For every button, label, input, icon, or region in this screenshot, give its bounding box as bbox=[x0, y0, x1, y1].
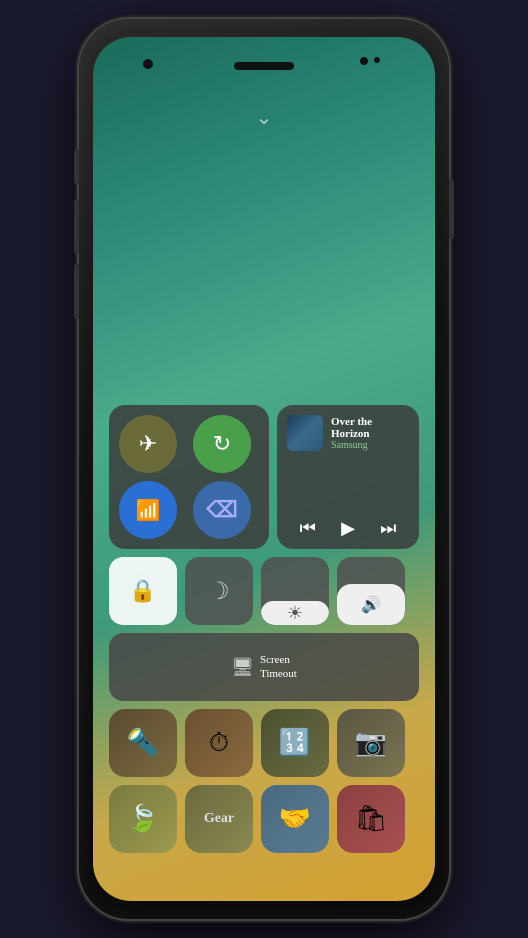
phone-frame: ⌄ 📶 ⌫ bbox=[79, 19, 449, 919]
screen-timeout-button[interactable]: Screen Timeout bbox=[109, 633, 419, 701]
lock-icon bbox=[129, 578, 156, 604]
volume-icon: 🔊 bbox=[361, 595, 381, 615]
row-screen-timeout: Screen Timeout bbox=[109, 633, 419, 701]
play-button[interactable] bbox=[341, 518, 355, 539]
brightness-fill: ☀ bbox=[261, 601, 329, 625]
power-button[interactable] bbox=[449, 179, 454, 239]
brightness-icon: ☀ bbox=[287, 603, 303, 624]
screen-timeout-label: Screen Timeout bbox=[260, 653, 297, 682]
timer-icon: ⏱ bbox=[209, 728, 229, 759]
rotation-icon bbox=[213, 431, 231, 457]
phone-screen: ⌄ 📶 ⌫ bbox=[93, 37, 435, 901]
connect-icon: 🤝 bbox=[279, 804, 311, 834]
connectivity-block: 📶 ⌫ bbox=[109, 405, 269, 549]
media-header: Over the Horizon Samsung bbox=[287, 415, 409, 451]
auto-rotate-button[interactable] bbox=[193, 415, 251, 473]
leaf-icon: 🍃 bbox=[127, 804, 159, 834]
wifi-icon: 📶 bbox=[136, 498, 161, 523]
media-info: Over the Horizon Samsung bbox=[331, 416, 409, 451]
bluetooth-button[interactable]: ⌫ bbox=[193, 481, 251, 539]
airplane-mode-button[interactable] bbox=[119, 415, 177, 473]
timer-app-button[interactable]: ⏱ bbox=[185, 709, 253, 777]
media-controls bbox=[287, 518, 409, 539]
airplane-icon bbox=[139, 431, 157, 457]
power-saving-button[interactable]: 🍃 bbox=[109, 785, 177, 853]
phone-top-bar bbox=[93, 37, 435, 97]
screen-lock-button[interactable] bbox=[109, 557, 177, 625]
quick-connect-button[interactable]: 🤝 bbox=[261, 785, 329, 853]
previous-button[interactable] bbox=[300, 518, 316, 539]
screen-icon bbox=[231, 657, 254, 678]
store-icon: 🛍 bbox=[354, 804, 387, 834]
sensor-2 bbox=[374, 57, 380, 63]
volume-down-button[interactable] bbox=[74, 264, 79, 319]
volume-slider[interactable]: 🔊 bbox=[337, 557, 405, 625]
torch-icon: 🔦 bbox=[127, 728, 159, 758]
media-artist: Samsung bbox=[331, 440, 409, 451]
calculator-app-button[interactable]: 🔢 bbox=[261, 709, 329, 777]
moon-icon bbox=[208, 577, 230, 606]
row-utilities: ☀ 🔊 bbox=[109, 557, 419, 625]
galaxy-store-button[interactable]: 🛍 bbox=[337, 785, 405, 853]
volume-up-button[interactable] bbox=[74, 199, 79, 254]
gear-app-button[interactable]: Gear bbox=[185, 785, 253, 853]
brightness-slider[interactable]: ☀ bbox=[261, 557, 329, 625]
pull-down-indicator[interactable]: ⌄ bbox=[256, 105, 273, 130]
front-camera bbox=[143, 59, 153, 69]
row-connectivity-media: 📶 ⌫ Over the Horizon Samsung bbox=[109, 405, 419, 549]
sensor-1 bbox=[360, 57, 368, 65]
bixby-button[interactable] bbox=[74, 149, 79, 184]
control-panel: 📶 ⌫ Over the Horizon Samsung bbox=[109, 405, 419, 861]
calculator-icon: 🔢 bbox=[279, 728, 311, 758]
app-row-1: 🔦 ⏱ 🔢 📷 bbox=[109, 709, 419, 777]
gear-icon: Gear bbox=[204, 811, 234, 827]
sensors bbox=[360, 57, 380, 65]
next-button[interactable] bbox=[380, 518, 396, 539]
album-art bbox=[287, 415, 323, 451]
media-player-block: Over the Horizon Samsung bbox=[277, 405, 419, 549]
camera-app-button[interactable]: 📷 bbox=[337, 709, 405, 777]
media-title: Over the Horizon bbox=[331, 416, 409, 440]
torch-app-button[interactable]: 🔦 bbox=[109, 709, 177, 777]
camera-icon: 📷 bbox=[355, 728, 387, 758]
wifi-button[interactable]: 📶 bbox=[119, 481, 177, 539]
bluetooth-icon: ⌫ bbox=[206, 497, 237, 523]
volume-fill: 🔊 bbox=[337, 584, 405, 625]
speaker bbox=[234, 62, 294, 70]
app-row-2: 🍃 Gear 🤝 🛍 bbox=[109, 785, 419, 853]
night-mode-button[interactable] bbox=[185, 557, 253, 625]
